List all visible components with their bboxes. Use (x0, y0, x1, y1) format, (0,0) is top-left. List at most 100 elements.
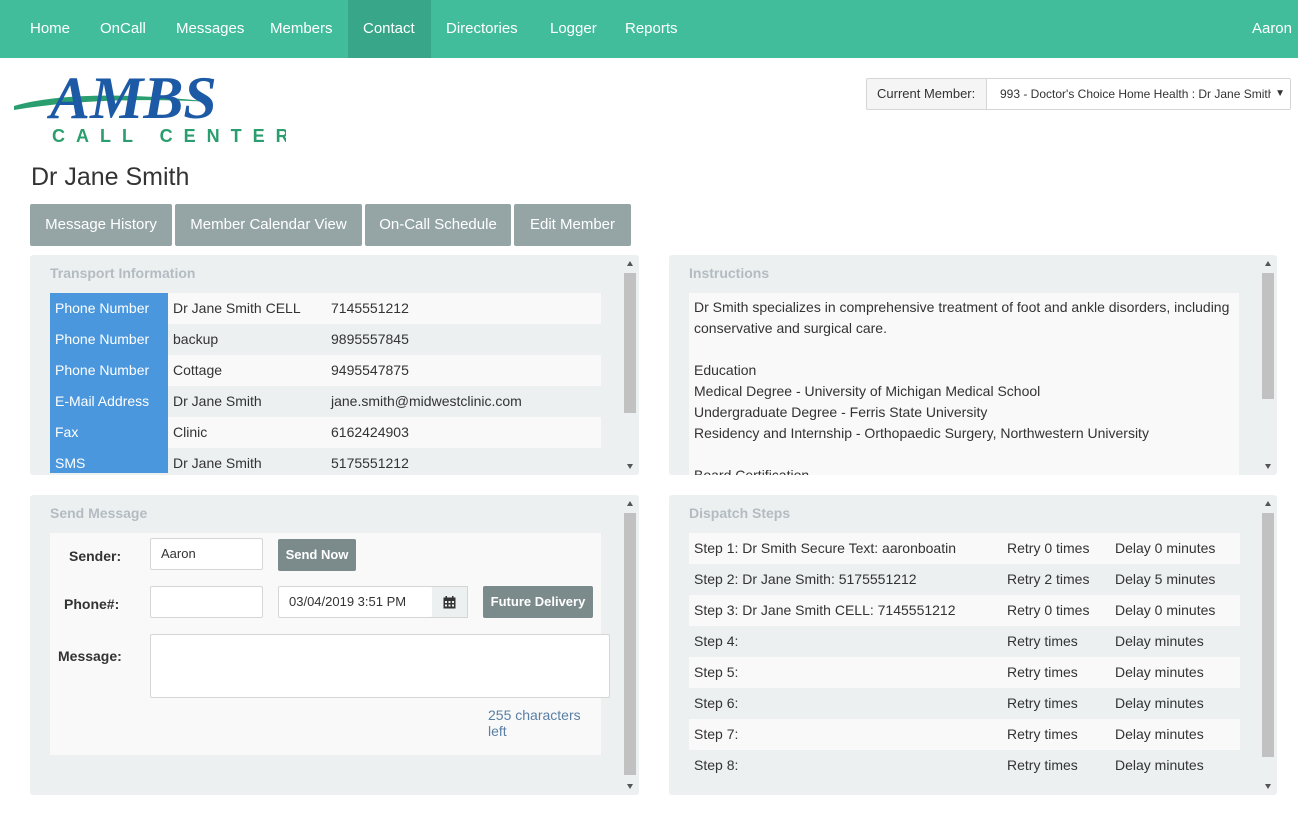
dispatch-panel: Dispatch Steps Step 1: Dr Smith Secure T… (669, 495, 1277, 795)
transport-value: jane.smith@midwestclinic.com (331, 393, 522, 409)
instructions-panel: Instructions Dr Smith specializes in com… (669, 255, 1277, 475)
transport-name: Dr Jane Smith (173, 455, 262, 471)
svg-text:CALL CENTER: CALL CENTER (52, 126, 286, 146)
nav-home[interactable]: Home (15, 0, 85, 58)
transport-value: 6162424903 (331, 424, 409, 440)
on-call-schedule-button[interactable]: On-Call Schedule (365, 204, 511, 246)
transport-value: 5175551212 (331, 455, 409, 471)
ambs-logo: AMBS CALL CENTER (14, 65, 286, 146)
scroll-thumb[interactable] (1262, 513, 1274, 757)
dispatch-retry: Retry 0 times (1007, 540, 1090, 556)
transport-name: Dr Jane Smith CELL (173, 300, 301, 316)
dispatch-delay: Delay minutes (1115, 695, 1204, 711)
current-member-value: 993 - Doctor's Choice Home Health : Dr J… (1000, 87, 1275, 101)
send-message-scrollbar[interactable] (624, 499, 636, 791)
calendar-button[interactable] (432, 586, 468, 618)
scroll-down-icon[interactable] (627, 464, 633, 469)
table-row: Step 5: Retry times Delay minutes (689, 657, 1240, 688)
dispatch-step: Step 3: Dr Jane Smith CELL: 7145551212 (694, 602, 956, 618)
dispatch-retry: Retry 2 times (1007, 571, 1090, 587)
transport-type: E-Mail Address (50, 386, 168, 417)
dispatch-delay: Delay 5 minutes (1115, 571, 1216, 587)
scroll-down-icon[interactable] (1265, 464, 1271, 469)
message-textarea[interactable] (150, 634, 610, 698)
table-row: Step 6: Retry times Delay minutes (689, 688, 1240, 719)
scroll-up-icon[interactable] (1265, 261, 1271, 266)
characters-left: 255 characters left (488, 707, 581, 739)
board-certification-heading: Board Certification (694, 467, 810, 475)
education-heading: Education (694, 362, 757, 378)
nav-contact[interactable]: Contact (348, 0, 431, 58)
message-history-button[interactable]: Message History (30, 204, 172, 246)
instructions-scrollbar[interactable] (1262, 259, 1274, 471)
send-now-button[interactable]: Send Now (278, 539, 356, 571)
dispatch-delay: Delay minutes (1115, 757, 1204, 773)
edit-member-button[interactable]: Edit Member (514, 204, 631, 246)
top-nav: Home OnCall Messages Members Contact Dir… (0, 0, 1298, 58)
dispatch-delay: Delay minutes (1115, 664, 1204, 680)
dispatch-scrollbar[interactable] (1262, 499, 1274, 791)
user-menu[interactable]: Aaron (1252, 0, 1292, 58)
delivery-datetime-input[interactable]: 03/04/2019 3:51 PM (278, 586, 433, 618)
dispatch-table: Step 1: Dr Smith Secure Text: aaronboati… (689, 533, 1240, 781)
table-row: Phone Number Cottage 9495547875 (50, 355, 601, 386)
sender-input[interactable]: Aaron (150, 538, 263, 570)
education-item: Medical Degree - University of Michigan … (694, 383, 1041, 399)
phone-input[interactable] (150, 586, 263, 618)
table-row: Step 1: Dr Smith Secure Text: aaronboati… (689, 533, 1240, 564)
transport-value: 9495547875 (331, 362, 409, 378)
scroll-up-icon[interactable] (627, 501, 633, 506)
transport-type: Phone Number (50, 324, 168, 355)
scroll-thumb[interactable] (624, 273, 636, 413)
current-member-select[interactable]: 993 - Doctor's Choice Home Health : Dr J… (987, 79, 1290, 109)
transport-type: SMS (50, 448, 168, 473)
scroll-thumb[interactable] (1262, 273, 1274, 399)
dispatch-delay: Delay 0 minutes (1115, 602, 1216, 618)
current-member-label: Current Member: (867, 79, 987, 109)
transport-title: Transport Information (50, 265, 196, 281)
instructions-intro: Dr Smith specializes in comprehensive tr… (694, 299, 1230, 336)
sender-label: Sender: (69, 548, 122, 564)
dispatch-retry: Retry times (1007, 757, 1078, 773)
dispatch-retry: Retry 0 times (1007, 602, 1090, 618)
svg-text:AMBS: AMBS (46, 65, 217, 131)
transport-name: Clinic (173, 424, 208, 440)
nav-directories[interactable]: Directories (431, 0, 533, 58)
member-calendar-view-button[interactable]: Member Calendar View (175, 204, 362, 246)
transport-scrollbar[interactable] (624, 259, 636, 471)
table-row: SMS Dr Jane Smith 5175551212 (50, 448, 601, 473)
scroll-up-icon[interactable] (1265, 501, 1271, 506)
scroll-down-icon[interactable] (1265, 784, 1271, 789)
transport-value: 7145551212 (331, 300, 409, 316)
scroll-down-icon[interactable] (627, 784, 633, 789)
nav-messages[interactable]: Messages (161, 0, 259, 58)
dispatch-step: Step 8: (694, 757, 739, 773)
scroll-up-icon[interactable] (627, 261, 633, 266)
phone-label: Phone#: (64, 596, 120, 612)
nav-oncall[interactable]: OnCall (85, 0, 161, 58)
transport-type: Phone Number (50, 293, 168, 324)
nav-reports[interactable]: Reports (610, 0, 693, 58)
nav-logger[interactable]: Logger (535, 0, 612, 58)
dispatch-retry: Retry times (1007, 726, 1078, 742)
transport-name: Dr Jane Smith (173, 393, 262, 409)
instructions-title: Instructions (689, 265, 770, 281)
dispatch-step: Step 1: Dr Smith Secure Text: aaronboati… (694, 540, 956, 556)
send-message-title: Send Message (50, 505, 148, 521)
scroll-thumb[interactable] (624, 513, 636, 775)
table-row: Phone Number backup 9895557845 (50, 324, 601, 355)
future-delivery-button[interactable]: Future Delivery (483, 586, 593, 618)
dispatch-retry: Retry times (1007, 695, 1078, 711)
nav-members[interactable]: Members (255, 0, 348, 58)
transport-value: 9895557845 (331, 331, 409, 347)
table-row: Step 2: Dr Jane Smith: 5175551212 Retry … (689, 564, 1240, 595)
current-member-group: Current Member: 993 - Doctor's Choice Ho… (866, 78, 1291, 110)
dispatch-retry: Retry times (1007, 633, 1078, 649)
transport-type: Fax (50, 417, 168, 448)
dispatch-title: Dispatch Steps (689, 505, 791, 521)
dispatch-step: Step 4: (694, 633, 739, 649)
message-label: Message: (58, 648, 122, 664)
table-row: Step 7: Retry times Delay minutes (689, 719, 1240, 750)
table-row: Fax Clinic 6162424903 (50, 417, 601, 448)
send-message-panel: Send Message Sender: Aaron Send Now Phon… (30, 495, 639, 795)
